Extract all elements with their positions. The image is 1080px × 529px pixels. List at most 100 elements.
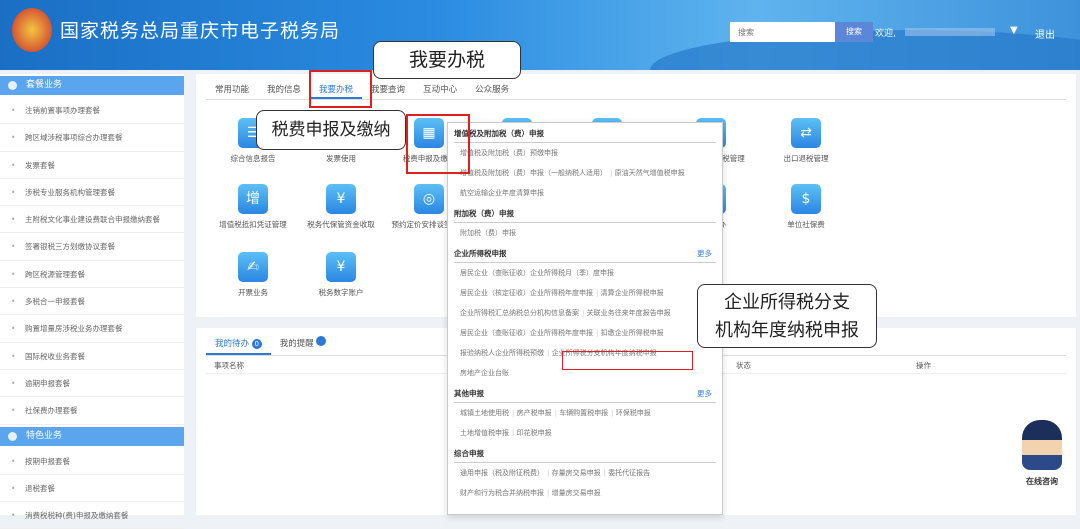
sidebar-item[interactable]: 社保费办理套餐 [0, 397, 184, 425]
function-item[interactable]: 增增值税抵扣凭证管理 [208, 184, 298, 230]
sidebar-item[interactable]: 按期申报套餐 [0, 448, 184, 475]
username-blurred [905, 28, 995, 36]
tax-filing-dropdown-menu: 增值税及附加税（费）申报 增值税及附加税（费）预缴申报 增值税及附加税（费）申报（一… [447, 122, 723, 515]
menu-row: 通用申报（税及附征税费）存量房交易申报委托代征报告 [454, 463, 716, 483]
column-header: 状态 [736, 361, 751, 370]
menu-item[interactable]: 居民企业（核定征收）企业所得税年度申报 [460, 289, 593, 297]
menu-item[interactable]: 增值税及附加税（费）预缴申报 [460, 149, 558, 157]
function-item[interactable]: ¥ 税务代保管资金收取 [296, 184, 386, 230]
menu-row: 土地增值税申报印花税申报 [454, 423, 716, 443]
highlight-menu-item-box [562, 351, 693, 370]
tab[interactable]: 互动中心 [414, 80, 466, 99]
sidebar-item[interactable]: 国际税收业务套餐 [0, 343, 184, 370]
menu-row: 居民企业（核定征收）企业所得税年度申报清算企业所得税申报 [454, 283, 716, 303]
sidebar-item[interactable]: 涉税专业服务机构管理套餐 [0, 179, 184, 207]
tab-my-todo[interactable]: 我的待办 0 [206, 332, 271, 355]
callout-tab: 我要办税 [373, 41, 521, 79]
search-input[interactable] [730, 22, 835, 42]
menu-group-header: 其他申报 更多 [454, 383, 716, 403]
menu-item[interactable]: 航空运输企业年度清算申报 [460, 189, 544, 197]
menu-item[interactable]: 城镇土地使用税 [460, 409, 509, 417]
reminder-badge [316, 336, 327, 346]
sidebar-item[interactable]: 签署银税三方划缴协议套餐 [0, 233, 184, 261]
site-title: 国家税务总局重庆市电子税务局 [60, 20, 341, 42]
sidebar-item[interactable]: 发票套餐 [0, 152, 184, 179]
menu-item[interactable]: 房地产企业台账 [460, 369, 509, 377]
function-icon: ✍ [238, 252, 268, 282]
menu-row: 企业所得税汇总纳税总分机构信息备案关联业务往来年度报告申报 [454, 303, 716, 323]
menu-row: 城镇土地使用税房产税申报车辆购置税申报环保税申报 [454, 403, 716, 423]
sidebar-item[interactable]: 跨区税源管理套餐 [0, 261, 184, 289]
menu-item[interactable]: 车辆购置税申报 [555, 409, 609, 417]
sidebar-item[interactable]: 主附税文化事业建设费联合申报缴纳套餐 [0, 206, 184, 234]
function-icon: $ [791, 184, 821, 214]
function-label: 增值税抵扣凭证管理 [219, 220, 287, 229]
function-icon: 增 [238, 184, 268, 214]
tab-my-reminders[interactable]: 我的提醒 [271, 332, 336, 355]
function-icon: ¥ [326, 184, 356, 214]
tab[interactable]: 公众服务 [466, 80, 518, 99]
menu-item[interactable]: 房产税申报 [512, 409, 552, 417]
column-header: 事项名称 [214, 361, 244, 370]
function-item[interactable]: ✍ 开票业务 [208, 252, 298, 298]
menu-item[interactable]: 报验纳税人企业所得税预缴 [460, 349, 544, 357]
sidebar: 套餐业务注销前置事项办理套餐跨区域涉税事项综合办理套餐发票套餐涉税专业服务机构管… [0, 74, 184, 529]
menu-row: 居民企业（查账征收）企业所得税月（季）度申报 [454, 263, 716, 283]
callout-function: 税费申报及缴纳 [256, 110, 406, 150]
function-icon: ◎ [414, 184, 444, 214]
menu-row: 附加税（费）申报 [454, 223, 716, 243]
logout-link[interactable]: 退出 [1035, 26, 1055, 41]
welcome-text: 欢迎, [875, 29, 896, 39]
todo-count-badge: 0 [251, 339, 262, 349]
sidebar-item[interactable]: 退税套餐 [0, 475, 184, 503]
function-label: 发票使用 [326, 154, 356, 163]
menu-row: 居民企业（查账征收）企业所得税年度申报扣缴企业所得税申报 [454, 323, 716, 343]
more-link[interactable]: 更多 [697, 383, 712, 405]
tab[interactable]: 我的信息 [258, 80, 310, 99]
menu-item[interactable]: 附加税（费）申报 [460, 229, 516, 237]
function-item[interactable]: ⇄ 出口退税管理 [761, 118, 851, 164]
function-label: 税务代保管资金收取 [307, 220, 375, 229]
header: 国家税务总局重庆市电子税务局 搜索 欢迎, ▼ 退出 [0, 0, 1080, 70]
menu-item[interactable]: 委托代征报告 [604, 469, 651, 477]
menu-item[interactable]: 原油天然气增值税申报 [610, 169, 685, 177]
menu-item[interactable]: 环保税申报 [611, 409, 651, 417]
menu-item[interactable]: 企业所得税汇总纳税总分机构信息备案 [460, 309, 579, 317]
menu-item[interactable]: 通用申报（税及附征税费） [460, 469, 544, 477]
menu-item[interactable]: 清算企业所得税申报 [596, 289, 664, 297]
more-link[interactable]: 更多 [697, 243, 712, 265]
menu-item[interactable]: 增值税及附加税（费）申报（一般纳税人适用） [460, 169, 607, 177]
search-button[interactable]: 搜索 [835, 22, 873, 42]
menu-item[interactable]: 居民企业（查账征收）企业所得税月（季）度申报 [460, 269, 614, 277]
menu-group-header: 企业所得税申报 更多 [454, 243, 716, 263]
menu-item[interactable]: 财产和行为税合并纳税申报 [460, 489, 544, 497]
online-consult-mascot[interactable]: 在线咨询 [1012, 420, 1072, 490]
sidebar-item[interactable]: 多税合一申报套餐 [0, 288, 184, 316]
sidebar-item[interactable]: 购置增量房涉税业务办理套餐 [0, 315, 184, 343]
menu-item[interactable]: 存量房交易申报 [547, 469, 601, 477]
menu-row: 财产和行为税合并纳税申报增量房交易申报 [454, 483, 716, 503]
tab[interactable]: 常用功能 [206, 80, 258, 99]
layers-icon [8, 81, 17, 90]
menu-item[interactable]: 扣缴企业所得税申报 [596, 329, 664, 337]
menu-item[interactable]: 印花税申报 [512, 429, 552, 437]
menu-item[interactable]: 增量房交易申报 [547, 489, 601, 497]
menu-item[interactable]: 土地增值税申报 [460, 429, 509, 437]
sidebar-item[interactable]: 跨区域涉税事项综合办理套餐 [0, 124, 184, 152]
menu-item[interactable]: 关联业务往来年度报告申报 [582, 309, 671, 317]
function-item[interactable]: $ 单位社保费 [761, 184, 851, 230]
mascot-label: 在线咨询 [1026, 477, 1058, 486]
function-label: 综合信息报告 [230, 154, 276, 163]
sidebar-item[interactable]: 注销前置事项办理套餐 [0, 97, 184, 125]
user-dropdown-icon[interactable]: ▼ [1010, 25, 1018, 36]
function-item[interactable]: ¥ 税务数字账户 [296, 252, 386, 298]
menu-item[interactable]: 居民企业（查账征收）企业所得税年度申报 [460, 329, 593, 337]
grid-icon [8, 431, 17, 441]
sidebar-item[interactable]: 逾期申报套餐 [0, 370, 184, 398]
function-label: 出口退税管理 [783, 154, 829, 163]
sidebar-item[interactable]: 消费税税种(费)申报及缴纳套餐 [0, 502, 184, 529]
menu-row: 增值税及附加税（费）预缴申报 [454, 143, 716, 163]
sidebar-section-header[interactable]: 特色业务 [0, 426, 184, 446]
function-icon: ¥ [326, 252, 356, 282]
sidebar-section-header[interactable]: 套餐业务 [0, 76, 184, 95]
